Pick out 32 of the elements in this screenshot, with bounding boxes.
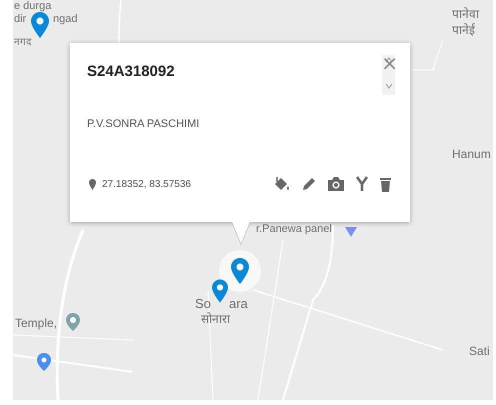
place-marker-icon[interactable] [66, 313, 80, 331]
camera-icon[interactable] [327, 176, 345, 192]
fork-icon[interactable] [355, 176, 369, 192]
popup-title: S24A318092 [87, 63, 176, 80]
place-label: सोनारा [201, 313, 230, 325]
place-label: नगद [14, 38, 31, 48]
place-label: So [195, 297, 211, 310]
place-label: ara [229, 297, 248, 310]
place-label: Temple, [15, 317, 58, 329]
scroll-down-icon[interactable] [384, 83, 392, 89]
pin-icon [89, 178, 96, 190]
place-label: पानेई [452, 24, 475, 36]
place-marker-icon[interactable] [37, 352, 51, 372]
place-label: dir [14, 14, 26, 25]
place-label: r.Panewa panel [256, 224, 332, 235]
close-button[interactable]: × [379, 53, 400, 73]
map-marker-icon[interactable] [212, 279, 228, 303]
pencil-icon[interactable] [301, 176, 317, 192]
place-label: Hanum [452, 148, 491, 160]
place-label: पानेवा [452, 8, 479, 20]
map-marker-icon[interactable] [31, 12, 49, 38]
place-label: e durga [14, 1, 52, 12]
location-name: P.V.SONRA PASCHIMI [87, 118, 200, 130]
scrollbar[interactable] [382, 55, 395, 95]
map-marker-icon[interactable] [231, 258, 249, 284]
paint-bucket-icon[interactable] [273, 176, 291, 192]
place-marker-icon[interactable] [345, 225, 357, 237]
place-label: Sati [469, 345, 490, 357]
trash-icon[interactable] [379, 176, 392, 192]
scroll-up-icon[interactable] [384, 57, 392, 63]
place-label: ngad [53, 14, 78, 25]
coordinates-text: 27.18352, 83.57536 [102, 178, 191, 190]
